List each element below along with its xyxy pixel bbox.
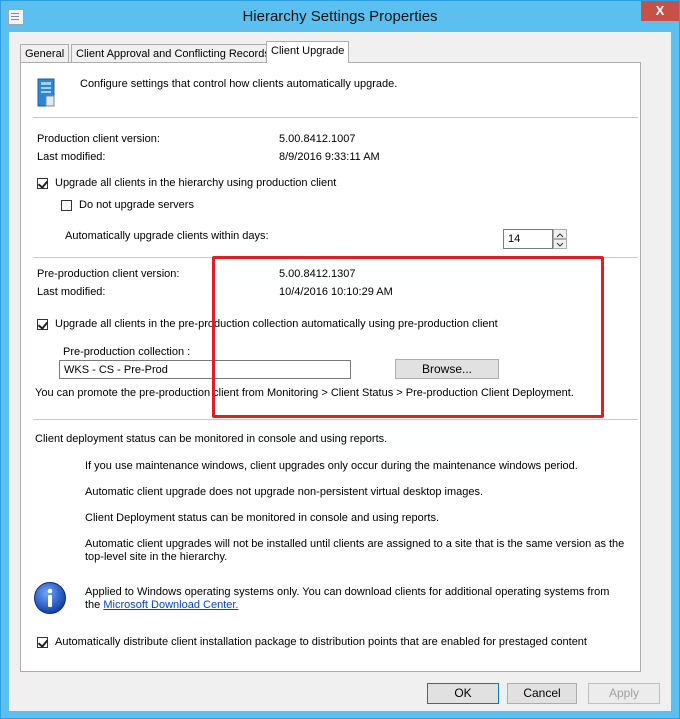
note-item: Automatic client upgrade does not upgrad… bbox=[85, 486, 484, 498]
microsoft-download-center-link[interactable]: Microsoft Download Center. bbox=[103, 599, 238, 611]
info-text-line1: Applied to Windows operating systems onl… bbox=[85, 586, 610, 598]
cancel-button[interactable]: Cancel bbox=[507, 683, 577, 704]
page-description: Configure settings that control how clie… bbox=[80, 78, 398, 90]
production-version-label: Production client version: bbox=[37, 133, 160, 145]
do-not-upgrade-servers-checkbox[interactable] bbox=[61, 200, 72, 211]
preprod-modified-label: Last modified: bbox=[37, 286, 106, 298]
window-title: Hierarchy Settings Properties bbox=[242, 8, 438, 25]
upgrade-production-checkbox[interactable] bbox=[37, 178, 48, 189]
upgrade-preprod-checkbox[interactable] bbox=[37, 319, 48, 330]
upgrade-production-label: Upgrade all clients in the hierarchy usi… bbox=[55, 177, 337, 189]
production-version-value: 5.00.8412.1007 bbox=[279, 133, 356, 145]
highlight-box bbox=[212, 256, 604, 418]
info-text-prefix: the bbox=[85, 599, 101, 611]
info-icon bbox=[34, 582, 66, 614]
apply-button[interactable]: Apply bbox=[588, 683, 660, 704]
days-up-arrow[interactable] bbox=[553, 229, 567, 239]
tab-client-approval[interactable]: Client Approval and Conflicting Records bbox=[71, 44, 275, 63]
info-text-line2: the Microsoft Download Center. bbox=[85, 599, 238, 611]
distribute-package-label: Automatically distribute client installa… bbox=[55, 636, 587, 648]
divider bbox=[33, 419, 638, 420]
ok-button[interactable]: OK bbox=[427, 683, 499, 704]
computer-upgrade-icon bbox=[37, 78, 55, 107]
do-not-upgrade-servers-label: Do not upgrade servers bbox=[79, 199, 194, 211]
production-modified-label: Last modified: bbox=[37, 151, 106, 163]
upgrade-days-label: Automatically upgrade clients within day… bbox=[65, 230, 269, 242]
production-modified-value: 8/9/2016 9:33:11 AM bbox=[279, 151, 380, 163]
distribute-package-checkbox[interactable] bbox=[37, 637, 48, 648]
preprod-collection-label: Pre-production collection : bbox=[63, 346, 191, 358]
tab-general[interactable]: General bbox=[20, 44, 70, 63]
tab-client-upgrade[interactable]: Client Upgrade bbox=[266, 41, 350, 63]
chevron-down-icon bbox=[556, 242, 564, 247]
note-item: Client Deployment status can be monitore… bbox=[85, 512, 440, 524]
upgrade-days-input[interactable]: 14 bbox=[503, 229, 553, 249]
note-item: If you use maintenance windows, client u… bbox=[85, 460, 578, 472]
days-down-arrow[interactable] bbox=[553, 239, 567, 249]
divider bbox=[33, 117, 638, 118]
note-item: Automatic client upgrades will not be in… bbox=[85, 538, 625, 550]
deployment-status-note: Client deployment status can be monitore… bbox=[35, 433, 388, 445]
chevron-up-icon bbox=[556, 233, 564, 238]
close-button[interactable]: X bbox=[641, 1, 679, 21]
preprod-version-label: Pre-production client version: bbox=[37, 268, 180, 280]
note-item: top-level site in the hierarchy. bbox=[85, 551, 228, 563]
title-bar[interactable]: Hierarchy Settings Properties X bbox=[1, 1, 679, 32]
